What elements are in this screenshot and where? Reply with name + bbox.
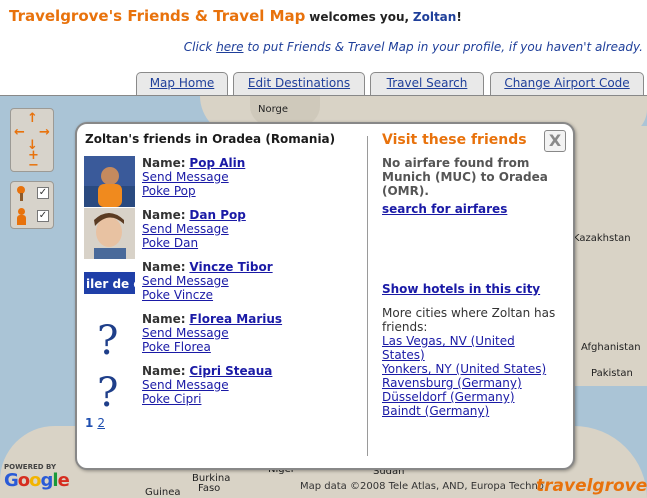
avatar[interactable] [84,208,135,259]
name-label: Name: [142,312,186,326]
popup-title: Zoltan's friends in Oradea (Romania) [85,132,336,146]
map-layer-control: ✓ ✓ [10,181,54,229]
friends-popup: Zoltan's friends in Oradea (Romania) X N… [75,122,575,470]
friend-item: ? Name: Florea Marius Send Message Poke … [84,312,364,364]
poke-link[interactable]: Poke Dan [142,236,198,250]
profile-suffix: to put Friends & Travel Map in your prof… [243,40,643,54]
visit-title: Visit these friends [382,132,527,148]
friend-details: Name: Cipri Steaua Send Message Poke Cip… [142,364,272,406]
pan-up-icon[interactable]: ↑ [27,112,38,125]
city-link[interactable]: Yonkers, NY (United States) [382,362,546,376]
name-label: Name: [142,260,186,274]
friend-item: Name: Pop Alin Send Message Poke Pop [84,156,364,208]
tab-edit-destinations[interactable]: Edit Destinations [233,72,365,95]
poke-link[interactable]: Poke Florea [142,340,211,354]
friend-name-link[interactable]: Vincze Tibor [189,260,272,274]
show-hotels-link[interactable]: Show hotels in this city [382,282,540,296]
person-head-icon [18,208,25,215]
friend-item: iler de c Name: Vincze Tibor Send Messag… [84,260,364,312]
map-label-kazakhstan: Kazakhstan [573,233,631,244]
pan-left-icon[interactable]: ← [14,126,25,139]
zoom-out-icon[interactable]: − [28,159,39,172]
user-name: Zoltan [412,10,457,24]
person-icon [17,215,26,225]
more-cities-text: More cities where Zoltan has friends: [382,306,556,334]
friend-name-link[interactable]: Dan Pop [189,208,245,222]
city-link[interactable]: Düsseldorf (Germany) [382,390,546,404]
friend-name-link[interactable]: Cipri Steaua [189,364,272,378]
tab-travel-search[interactable]: Travel Search [370,72,484,95]
travelgrove-logo[interactable]: travelgrove [536,476,647,496]
svg-text:?: ? [97,318,118,363]
friend-details: Name: Florea Marius Send Message Poke Fl… [142,312,282,354]
search-airfares-link[interactable]: search for airfares [382,202,507,216]
svg-text:?: ? [97,370,118,415]
name-label: Name: [142,364,186,378]
popup-divider [367,136,368,456]
send-message-link[interactable]: Send Message [142,274,229,288]
page-2-link[interactable]: 2 [97,416,105,430]
layer-destinations-checkbox[interactable]: ✓ [37,187,49,199]
avatar[interactable]: ? [84,364,135,415]
profile-prefix: Click [183,40,217,54]
welcome-text: welcomes you, [309,10,410,24]
tab-bar: Map Home Edit Destinations Travel Search… [0,71,647,95]
friend-item: ? Name: Cipri Steaua Send Message Poke C… [84,364,364,416]
name-label: Name: [142,208,186,222]
layer-friends-checkbox[interactable]: ✓ [37,210,49,222]
tab-map-home[interactable]: Map Home [136,72,228,95]
page-title: Travelgrove's Friends & Travel Map welco… [9,7,462,25]
send-message-link[interactable]: Send Message [142,170,229,184]
friend-item: Name: Dan Pop Send Message Poke Dan [84,208,364,260]
city-link[interactable]: Baindt (Germany) [382,404,546,418]
friend-name-link[interactable]: Florea Marius [189,312,282,326]
poke-link[interactable]: Poke Vincze [142,288,213,302]
unknown-user-icon: ? [84,364,135,415]
map-label-norge: Norge [258,104,289,115]
palm-trunk-icon [20,193,23,201]
map-label-afghanistan: Afghanistan [581,342,641,353]
city-link[interactable]: Las Vegas, NV (United States) [382,334,532,362]
avatar-logo-text: iler de c [86,277,135,291]
send-message-link[interactable]: Send Message [142,222,229,236]
unknown-user-icon: ? [84,312,135,363]
send-message-link[interactable]: Send Message [142,326,229,340]
city-link[interactable]: Ravensburg (Germany) [382,376,546,390]
header: Travelgrove's Friends & Travel Map welco… [0,0,647,70]
friend-details: Name: Vincze Tibor Send Message Poke Vin… [142,260,273,302]
page-1-link[interactable]: 1 [85,416,93,430]
app-title: Travelgrove's Friends & Travel Map [9,7,306,25]
name-label: Name: [142,156,186,170]
cities-list: Las Vegas, NV (United States) Yonkers, N… [382,334,546,418]
google-logo[interactable]: Google [4,470,70,491]
pan-right-icon[interactable]: → [39,126,50,139]
map-label-guinea: Guinea [145,487,181,498]
no-airfare-text: No airfare found from Munich (MUC) to Or… [382,156,548,198]
map-pan-zoom-control: ↑ ← → ↓ + − [10,108,54,172]
avatar[interactable] [84,156,135,207]
tab-change-airport-code[interactable]: Change Airport Code [490,72,644,95]
profile-here-link[interactable]: here [216,40,243,54]
friend-details: Name: Pop Alin Send Message Poke Pop [142,156,245,198]
friend-details: Name: Dan Pop Send Message Poke Dan [142,208,246,250]
map-label-pakistan: Pakistan [591,368,633,379]
map-label-faso: Faso [198,483,221,494]
friend-name-link[interactable]: Pop Alin [189,156,245,170]
map-copyright: Map data ©2008 Tele Atlas, AND, Europa T… [300,481,544,492]
visit-panel: Visit these friends No airfare found fro… [382,132,567,418]
profile-prompt: Click here to put Friends & Travel Map i… [184,40,643,54]
avatar[interactable]: ? [84,312,135,363]
welcome-exclamation: ! [456,10,462,24]
pagination: 12 [85,416,109,430]
poke-link[interactable]: Poke Cipri [142,392,201,406]
send-message-link[interactable]: Send Message [142,378,229,392]
avatar[interactable]: iler de c [84,260,135,311]
poke-link[interactable]: Poke Pop [142,184,196,198]
